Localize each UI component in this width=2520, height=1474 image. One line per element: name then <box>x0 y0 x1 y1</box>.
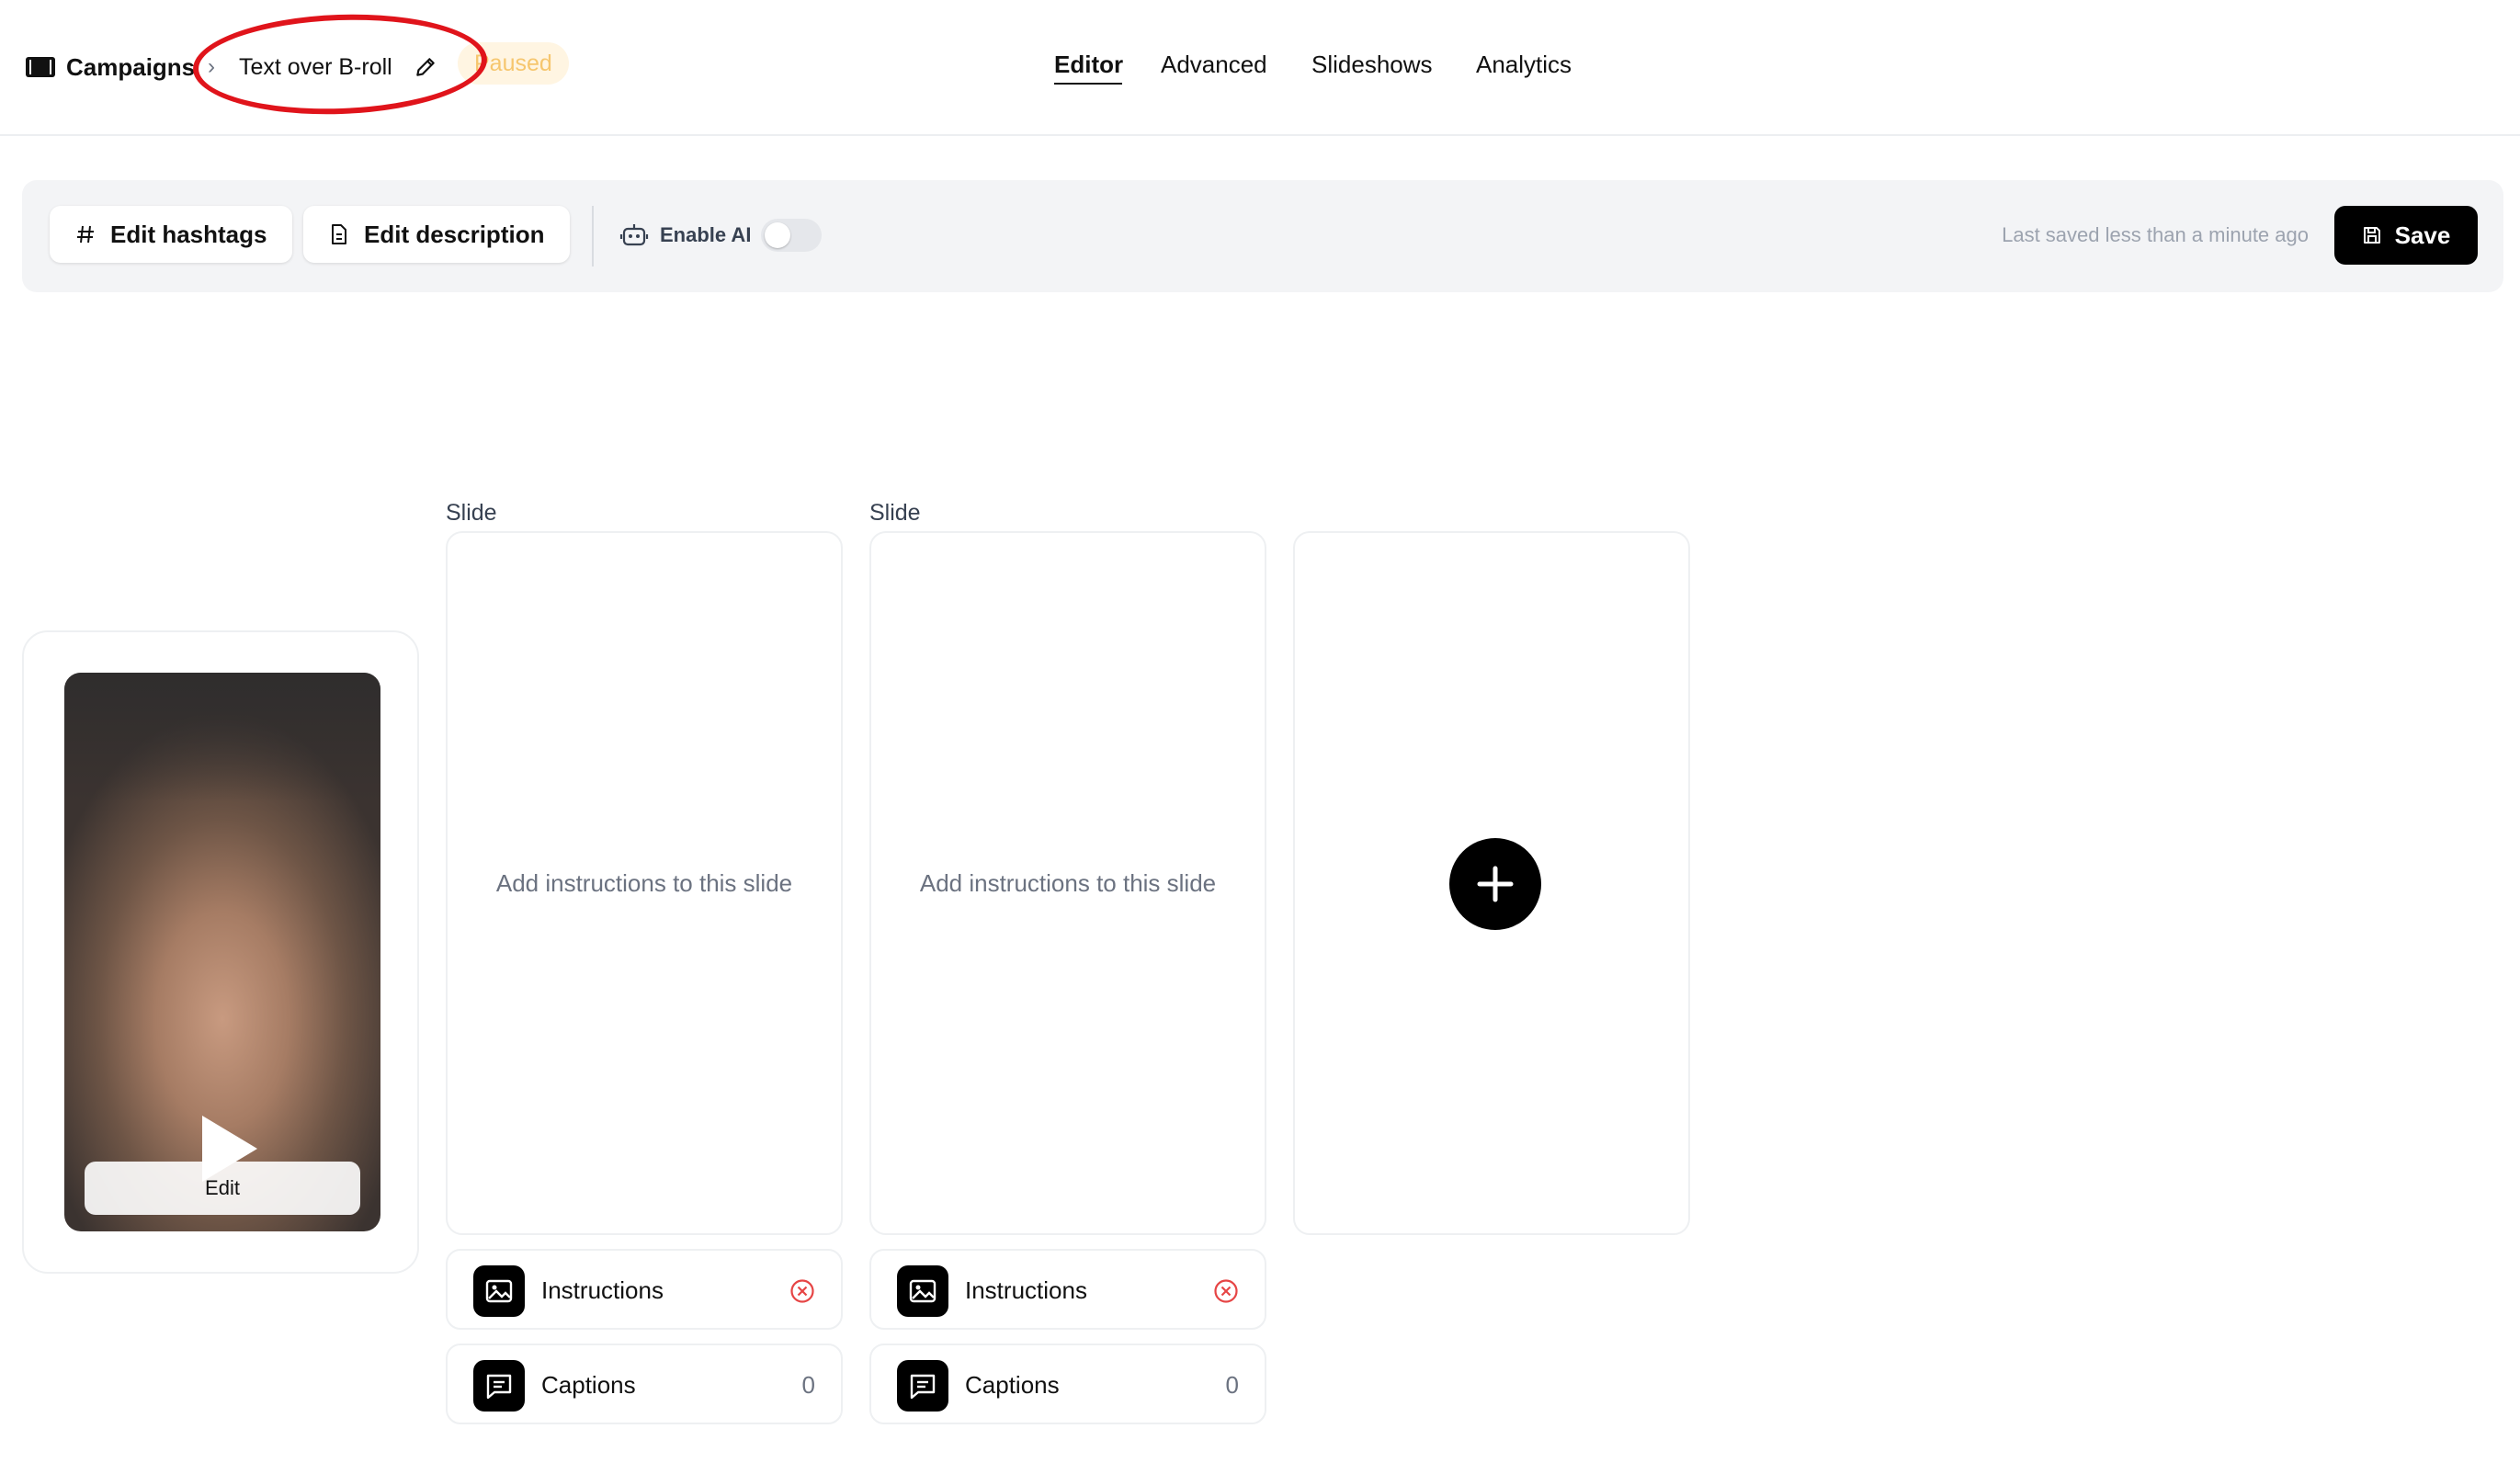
message-icon <box>473 1360 525 1412</box>
top-header: Campaigns › Text over B-roll Paused Edit… <box>0 0 2520 136</box>
robot-icon <box>619 224 649 246</box>
editor-toolbar: Edit hashtags Edit description Enable AI… <box>22 180 2503 292</box>
toggle-knob <box>765 222 790 248</box>
last-saved-status: Last saved less than a minute ago <box>2002 223 2309 246</box>
edit-video-button[interactable]: Edit <box>85 1162 360 1215</box>
image-icon <box>473 1265 525 1317</box>
edit-description-button[interactable]: Edit description <box>303 206 571 263</box>
edit-hashtags-button[interactable]: Edit hashtags <box>50 206 293 263</box>
campaign-name[interactable]: Text over B-roll <box>239 51 392 83</box>
add-slide-button[interactable] <box>1449 838 1541 930</box>
tab-advanced[interactable]: Advanced <box>1161 48 1267 81</box>
captions-row[interactable]: Captions 0 <box>446 1344 843 1424</box>
remove-circle-icon[interactable] <box>1213 1278 1239 1304</box>
captions-label: Captions <box>965 1371 1060 1399</box>
chevron-right-icon: › <box>208 54 215 79</box>
enable-ai-label: Enable AI <box>660 223 752 246</box>
edit-hashtags-label: Edit hashtags <box>110 220 267 248</box>
save-button[interactable]: Save <box>2334 206 2478 265</box>
active-tab-underline <box>1054 83 1122 85</box>
instructions-row[interactable]: Instructions <box>446 1249 843 1330</box>
video-preview-card: Edit <box>22 630 419 1274</box>
plus-icon <box>1477 866 1514 902</box>
instructions-row[interactable]: Instructions <box>869 1249 1266 1330</box>
toolbar-divider <box>592 206 594 266</box>
save-icon <box>2363 227 2380 244</box>
status-badge: Paused <box>458 42 569 85</box>
film-icon <box>26 57 55 77</box>
captions-row[interactable]: Captions 0 <box>869 1344 1266 1424</box>
slide-label: Slide <box>869 500 921 526</box>
slide-label: Slide <box>446 500 497 526</box>
save-label: Save <box>2394 221 2451 249</box>
image-icon <box>897 1265 948 1317</box>
video-shadow <box>64 673 380 801</box>
message-icon <box>897 1360 948 1412</box>
slide-placeholder: Add instructions to this slide <box>495 868 793 897</box>
add-slide-card[interactable] <box>1293 531 1690 1235</box>
captions-count: 0 <box>1225 1371 1239 1399</box>
instructions-label: Instructions <box>541 1276 664 1304</box>
slide-card[interactable]: Add instructions to this slide <box>446 531 843 1235</box>
slide-placeholder: Add instructions to this slide <box>919 868 1217 897</box>
document-icon <box>332 224 346 244</box>
enable-ai-toggle[interactable] <box>761 219 822 252</box>
tab-analytics[interactable]: Analytics <box>1476 48 1572 81</box>
pencil-icon[interactable] <box>414 55 437 79</box>
tab-slideshows[interactable]: Slideshows <box>1311 48 1433 81</box>
slide-card[interactable]: Add instructions to this slide <box>869 531 1266 1235</box>
breadcrumb-campaigns[interactable]: Campaigns <box>66 51 195 83</box>
edit-description-label: Edit description <box>364 220 545 248</box>
captions-count: 0 <box>801 1371 815 1399</box>
video-thumbnail[interactable]: Edit <box>64 673 380 1231</box>
instructions-label: Instructions <box>965 1276 1087 1304</box>
captions-label: Captions <box>541 1371 636 1399</box>
remove-circle-icon[interactable] <box>789 1278 815 1304</box>
hash-icon <box>77 225 94 244</box>
tab-editor[interactable]: Editor <box>1054 48 1123 81</box>
